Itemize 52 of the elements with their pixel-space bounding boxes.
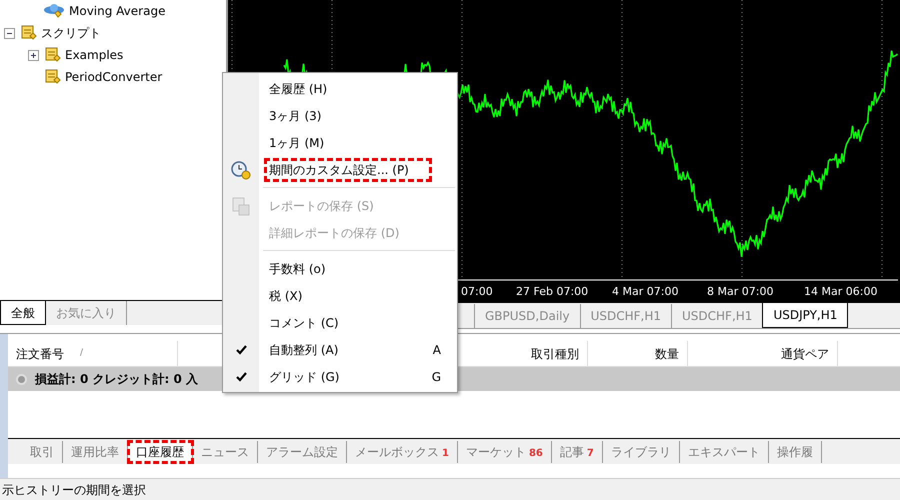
menu-item[interactable]: 手数料 (o): [223, 255, 457, 282]
disc-icon: [43, 2, 65, 20]
status-text: 示ヒストリーの期間を選択: [2, 482, 146, 498]
status-dot-icon: [16, 374, 27, 384]
menu-item[interactable]: グリッド (G) G: [223, 363, 457, 390]
tree-item[interactable]: Examples: [65, 46, 124, 64]
terminal-tab[interactable]: マーケット 86: [458, 440, 552, 462]
tree-item[interactable]: PeriodConverter: [65, 68, 162, 86]
checkmark-icon: [236, 372, 246, 382]
unread-count: 1: [442, 448, 449, 458]
column-header[interactable]: 注文番号 /: [8, 341, 178, 366]
navigator-tab[interactable]: 全般: [0, 301, 46, 325]
clock-icon: [231, 160, 251, 180]
column-header[interactable]: 数量: [588, 341, 688, 366]
summary-text: 損益計: 0 クレジット計: 0 入: [35, 371, 198, 388]
terminal-tab[interactable]: ライブラリ: [602, 440, 680, 462]
terminal-tab[interactable]: 記事 7: [552, 440, 603, 462]
checkmark-icon: [236, 344, 246, 354]
scroll-icon: [43, 46, 61, 64]
shortcut-key: A: [432, 340, 441, 358]
menu-item[interactable]: 全履歴 (H): [223, 75, 457, 102]
menu-item[interactable]: コメント (C): [223, 309, 457, 336]
terminal-tab[interactable]: メールボックス 1: [347, 440, 458, 462]
sort-indicator: /: [80, 346, 84, 360]
tree-item[interactable]: スクリプト: [41, 24, 101, 42]
time-axis-label: 07:00: [461, 284, 493, 300]
time-axis-label: 4 Mar 07:00: [612, 284, 678, 300]
tree-item[interactable]: Moving Average: [69, 2, 166, 20]
menu-item[interactable]: 税 (X): [223, 282, 457, 309]
terminal-tab[interactable]: ニュース: [193, 440, 258, 462]
menu-item[interactable]: 自動整列 (A) A: [223, 336, 457, 363]
scroll-icon: [43, 68, 61, 86]
terminal-tab[interactable]: エキスパート: [680, 440, 769, 462]
unread-count: 7: [586, 448, 594, 458]
column-header[interactable]: 通貨ペア: [688, 341, 838, 366]
time-axis-label: 8 Mar 07:00: [707, 284, 774, 300]
time-axis-label: 27 Feb 07:00: [516, 284, 588, 300]
floppy-icon: [231, 196, 251, 216]
terminal-tab[interactable]: 操作履: [768, 440, 822, 462]
terminal-tab[interactable]: アラーム設定: [258, 440, 347, 462]
shortcut-key: G: [432, 368, 441, 386]
expand-toggle[interactable]: [28, 50, 39, 60]
chart-tab[interactable]: USDJPY,H1: [762, 303, 848, 328]
time-axis-label: 14 Mar 06:00: [804, 284, 878, 300]
terminal-tab[interactable]: 口座履歴: [128, 440, 193, 462]
menu-item[interactable]: 期間のカスタム設定... (P): [223, 156, 457, 183]
menu-item[interactable]: 1ヶ月 (M): [223, 129, 457, 156]
terminal-tab[interactable]: 取引: [22, 440, 63, 462]
scroll-icon: [19, 24, 37, 42]
collapse-toggle[interactable]: [4, 28, 15, 38]
menu-item[interactable]: 3ヶ月 (3): [223, 102, 457, 129]
unread-count: 86: [528, 448, 543, 458]
